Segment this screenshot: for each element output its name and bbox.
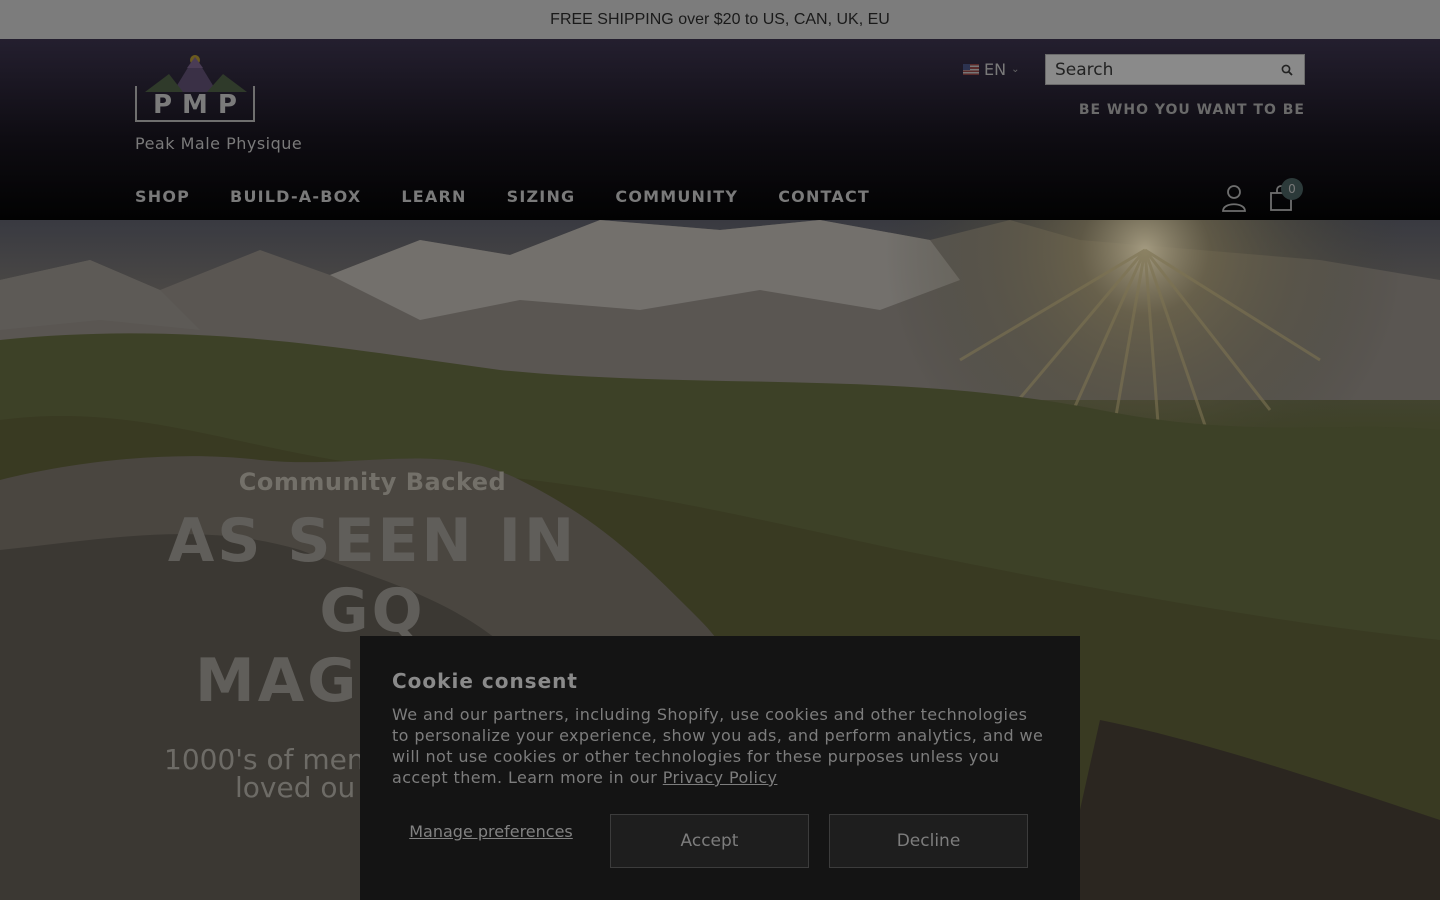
language-label: EN <box>984 60 1007 79</box>
logo[interactable]: PMP <box>135 52 255 124</box>
nav-shop[interactable]: SHOP <box>135 187 190 206</box>
hero-title-line-1: AS SEEN IN <box>167 506 578 576</box>
cookie-body: We and our partners, including Shopify, … <box>392 704 1048 788</box>
search-button[interactable] <box>1271 55 1303 84</box>
accept-button[interactable]: Accept <box>610 814 809 868</box>
privacy-policy-link[interactable]: Privacy Policy <box>663 768 778 787</box>
decline-button[interactable]: Decline <box>829 814 1028 868</box>
main-nav: SHOP BUILD-A-BOX LEARN SIZING COMMUNITY … <box>135 187 870 206</box>
manage-preferences-link[interactable]: Manage preferences <box>392 822 590 841</box>
us-flag-icon <box>963 64 979 75</box>
search-input[interactable] <box>1046 59 1271 80</box>
nav-build-a-box[interactable]: BUILD-A-BOX <box>230 187 361 206</box>
language-selector[interactable]: EN ⌄ <box>963 60 1019 79</box>
nav-learn[interactable]: LEARN <box>401 187 466 206</box>
search-bar <box>1045 54 1305 85</box>
announcement-text: FREE SHIPPING over $20 to US, CAN, UK, E… <box>550 10 890 28</box>
user-account-icon[interactable] <box>1221 184 1247 212</box>
logo-text: PMP <box>153 90 247 120</box>
nav-sizing[interactable]: SIZING <box>507 187 576 206</box>
cart-count-badge: 0 <box>1281 178 1303 200</box>
site-header: PMP Peak Male Physique EN ⌄ BE WHO YOU W… <box>0 39 1440 220</box>
logo-tagline: Peak Male Physique <box>135 134 303 153</box>
cookie-consent-dialog: Cookie consent We and our partners, incl… <box>360 636 1080 900</box>
nav-community[interactable]: COMMUNITY <box>615 187 738 206</box>
search-icon <box>1281 64 1293 76</box>
nav-contact[interactable]: CONTACT <box>778 187 870 206</box>
hero-subtitle: Community Backed <box>238 468 507 496</box>
announcement-bar: FREE SHIPPING over $20 to US, CAN, UK, E… <box>0 0 1440 39</box>
chevron-down-icon: ⌄ <box>1011 64 1020 75</box>
header-tagline: BE WHO YOU WANT TO BE <box>1078 102 1305 118</box>
cookie-title: Cookie consent <box>392 669 578 693</box>
